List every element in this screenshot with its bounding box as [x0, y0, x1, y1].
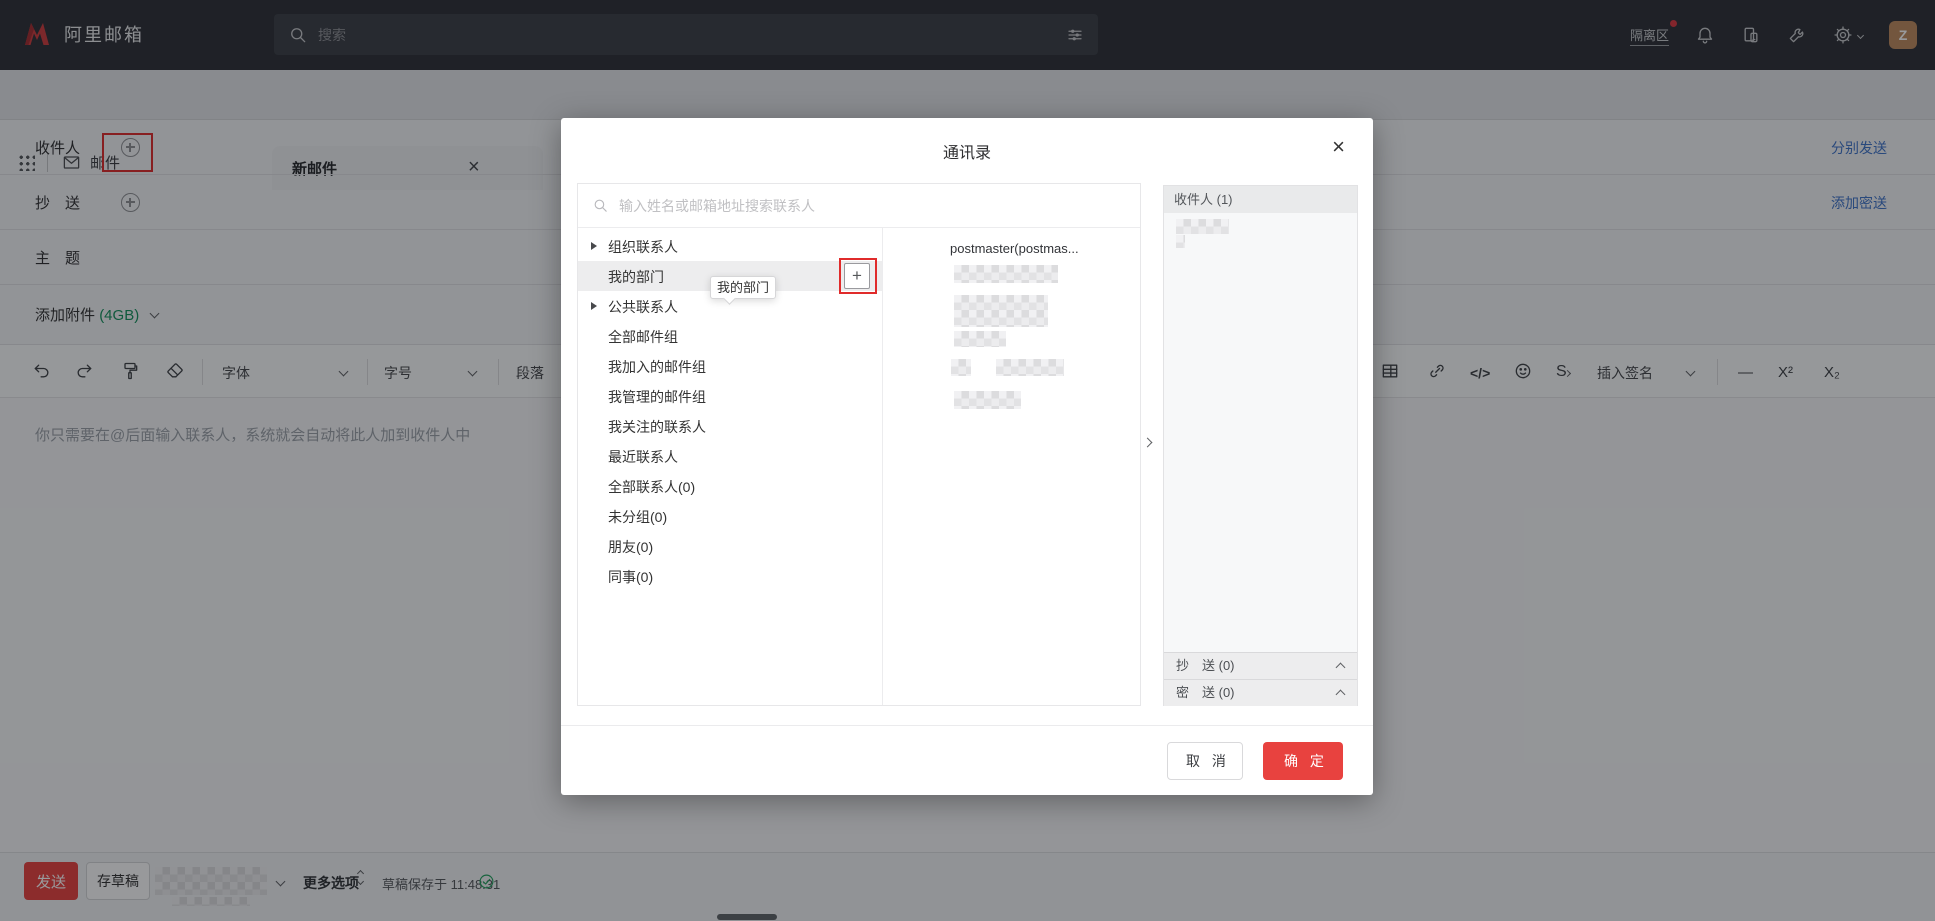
contact-redacted[interactable] [954, 391, 1021, 409]
tree-item-joined-mail-groups[interactable]: 我加入的邮件组 [578, 351, 882, 381]
recipients-header: 收件人 (1) [1164, 186, 1357, 213]
tree-item-org-contacts[interactable]: 组织联系人 [578, 231, 882, 261]
selected-recipient-redacted[interactable] [1176, 219, 1229, 234]
contacts-dialog: 通讯录 × 我的部门 组织联系人 我的部门 + 公共联系人 全部邮件组 我加入的… [561, 118, 1373, 795]
dialog-close-icon[interactable]: × [1326, 132, 1351, 162]
expand-arrow-icon[interactable] [591, 302, 597, 310]
contact-redacted[interactable] [954, 295, 1048, 327]
contact-redacted[interactable] [954, 265, 1058, 283]
cancel-button[interactable]: 取 消 [1167, 742, 1243, 780]
tree-item-recent-contacts[interactable]: 最近联系人 [578, 441, 882, 471]
tree-item-managed-mail-groups[interactable]: 我管理的邮件组 [578, 381, 882, 411]
cc-collapse-band[interactable]: 抄 送 (0) [1164, 652, 1357, 679]
contact-redacted[interactable] [996, 359, 1064, 376]
tree-item-all-contacts[interactable]: 全部联系人(0) [578, 471, 882, 501]
expand-panel-chevron-right-icon[interactable] [1144, 433, 1151, 451]
contacts-search[interactable] [578, 184, 1140, 228]
contacts-list: postmaster(postmas... [884, 228, 1142, 705]
annotation-box-add-button [839, 258, 877, 294]
contact-redacted[interactable] [951, 359, 971, 376]
selected-recipient-redacted-2 [1176, 235, 1185, 248]
bcc-collapse-band[interactable]: 密 送 (0) [1164, 679, 1357, 706]
collapse-up-icon [1336, 690, 1346, 700]
contacts-search-input[interactable] [619, 198, 1126, 214]
tree-item-all-mail-groups[interactable]: 全部邮件组 [578, 321, 882, 351]
dialog-title: 通讯录 [561, 139, 1373, 163]
confirm-button[interactable]: 确 定 [1263, 742, 1343, 780]
tree-item-ungrouped[interactable]: 未分组(0) [578, 501, 882, 531]
tree-item-friends[interactable]: 朋友(0) [578, 531, 882, 561]
contact-postmaster[interactable]: postmaster(postmas... [950, 241, 1079, 256]
expand-arrow-icon[interactable] [591, 242, 597, 250]
dialog-footer-divider [561, 725, 1373, 726]
contacts-picker-box: 我的部门 组织联系人 我的部门 + 公共联系人 全部邮件组 我加入的邮件组 我管… [577, 183, 1141, 706]
search-icon [592, 197, 609, 214]
contact-redacted[interactable] [954, 331, 1006, 347]
tooltip-my-department: 我的部门 [710, 276, 776, 299]
alimail-app: 阿里邮箱 隔离区 Z 邮件 新邮件 × [0, 0, 1935, 921]
tree-item-colleagues[interactable]: 同事(0) [578, 561, 882, 591]
tree-item-followed-contacts[interactable]: 我关注的联系人 [578, 411, 882, 441]
collapse-up-icon [1336, 663, 1346, 673]
selected-recipients-panel: 收件人 (1) 抄 送 (0) 密 送 (0) [1163, 185, 1358, 706]
